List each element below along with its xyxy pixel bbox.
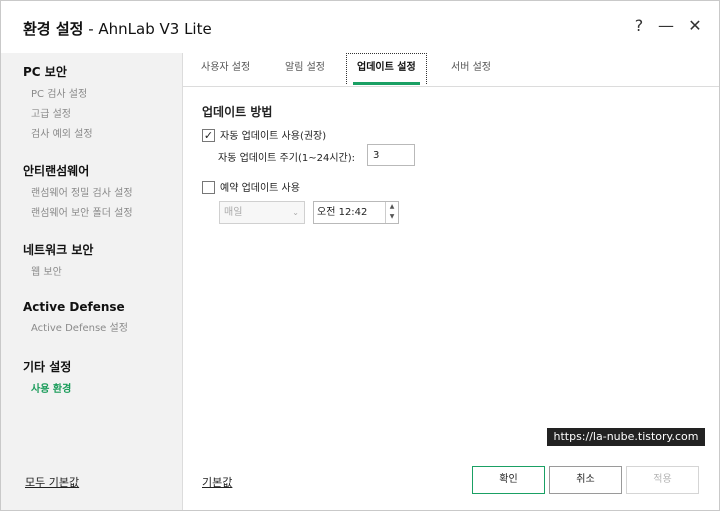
sidebar-group-title[interactable]: 안티랜섬웨어 bbox=[23, 162, 133, 179]
auto-update-label: 자동 업데이트 사용(권장) bbox=[220, 131, 327, 142]
close-button[interactable]: ✕ bbox=[683, 14, 707, 38]
tab-server-settings[interactable]: 서버 설정 bbox=[451, 53, 491, 86]
title-bar: 환경 설정 - AhnLab V3 Lite ? — ✕ bbox=[1, 1, 719, 53]
sidebar-item-usage-environment[interactable]: 사용 환경 bbox=[23, 380, 71, 400]
reset-defaults-link[interactable]: 기본값 bbox=[202, 474, 232, 490]
sidebar-group-title[interactable]: 네트워크 보안 bbox=[23, 241, 93, 258]
sidebar-group-active-defense: Active Defense Active Defense 설정 bbox=[23, 300, 128, 339]
sidebar: PC 보안 PC 검사 설정 고급 설정 검사 예외 설정 안티랜섬웨어 랜섬웨… bbox=[1, 53, 183, 510]
schedule-time-input[interactable]: 오전 12:42 ▲ ▼ bbox=[313, 201, 399, 224]
sidebar-group-anti-ransomware: 안티랜섬웨어 랜섬웨어 정밀 검사 설정 랜섬웨어 보안 폴더 설정 bbox=[23, 162, 133, 224]
spin-up-icon[interactable]: ▲ bbox=[386, 202, 398, 212]
update-interval-input[interactable]: 3 bbox=[367, 144, 415, 166]
schedule-frequency-value: 매일 bbox=[224, 207, 243, 218]
scheduled-update-label: 예약 업데이트 사용 bbox=[220, 183, 300, 194]
tab-bar: 사용자 설정 알림 설정 업데이트 설정 서버 설정 bbox=[183, 53, 719, 87]
sidebar-item-active-defense-settings[interactable]: Active Defense 설정 bbox=[23, 319, 128, 339]
auto-update-checkbox[interactable]: ✓ bbox=[202, 128, 215, 142]
tab-update-settings[interactable]: 업데이트 설정 bbox=[346, 53, 427, 85]
sidebar-item-ransomware-scan[interactable]: 랜섬웨어 정밀 검사 설정 bbox=[23, 184, 133, 204]
window-title-app: - AhnLab V3 Lite bbox=[83, 20, 212, 38]
tab-user-settings[interactable]: 사용자 설정 bbox=[201, 53, 250, 86]
spin-down-icon[interactable]: ▼ bbox=[386, 212, 398, 222]
sidebar-group-title[interactable]: Active Defense bbox=[23, 300, 128, 314]
schedule-time-value: 오전 12:42 bbox=[317, 207, 368, 218]
sidebar-group-other-settings: 기타 설정 사용 환경 bbox=[23, 358, 71, 400]
ok-button[interactable]: 확인 bbox=[472, 466, 545, 494]
chevron-down-icon: ⌄ bbox=[292, 208, 299, 217]
minimize-button[interactable]: — bbox=[654, 14, 678, 38]
auto-update-option[interactable]: ✓ 자동 업데이트 사용(권장) bbox=[202, 127, 326, 143]
sidebar-item-web-security[interactable]: 웹 보안 bbox=[23, 263, 93, 283]
help-button[interactable]: ? bbox=[627, 14, 651, 38]
reset-all-link[interactable]: 모두 기본값 bbox=[25, 474, 79, 490]
section-title: 업데이트 방법 bbox=[202, 105, 273, 119]
apply-button[interactable]: 적용 bbox=[626, 466, 699, 494]
sidebar-item-ransomware-folder[interactable]: 랜섬웨어 보안 폴더 설정 bbox=[23, 204, 133, 224]
sidebar-item-advanced[interactable]: 고급 설정 bbox=[23, 105, 93, 125]
window-title: 환경 설정 - AhnLab V3 Lite bbox=[23, 18, 212, 39]
sidebar-group-title[interactable]: PC 보안 bbox=[23, 63, 93, 80]
time-spinner[interactable]: ▲ ▼ bbox=[385, 202, 398, 223]
sidebar-item-pc-scan[interactable]: PC 검사 설정 bbox=[23, 85, 93, 105]
sidebar-group-title[interactable]: 기타 설정 bbox=[23, 358, 71, 375]
cancel-button[interactable]: 취소 bbox=[549, 466, 622, 494]
scheduled-update-checkbox[interactable] bbox=[202, 180, 215, 194]
sidebar-group-network-security: 네트워크 보안 웹 보안 bbox=[23, 241, 93, 283]
sidebar-item-scan-exceptions[interactable]: 검사 예외 설정 bbox=[23, 125, 93, 145]
tab-notification-settings[interactable]: 알림 설정 bbox=[285, 53, 325, 86]
watermark: https://la-nube.tistory.com bbox=[547, 428, 705, 446]
update-interval-label: 자동 업데이트 주기(1~24시간): bbox=[218, 153, 355, 164]
tab-update-settings-label: 업데이트 설정 bbox=[357, 62, 416, 73]
sidebar-group-pc-security: PC 보안 PC 검사 설정 고급 설정 검사 예외 설정 bbox=[23, 63, 93, 145]
active-tab-indicator bbox=[353, 82, 420, 85]
settings-window: 환경 설정 - AhnLab V3 Lite ? — ✕ PC 보안 PC 검사… bbox=[0, 0, 720, 511]
window-title-main: 환경 설정 bbox=[23, 20, 84, 38]
schedule-frequency-select[interactable]: 매일 ⌄ bbox=[219, 201, 305, 224]
scheduled-update-option[interactable]: 예약 업데이트 사용 bbox=[202, 179, 300, 195]
